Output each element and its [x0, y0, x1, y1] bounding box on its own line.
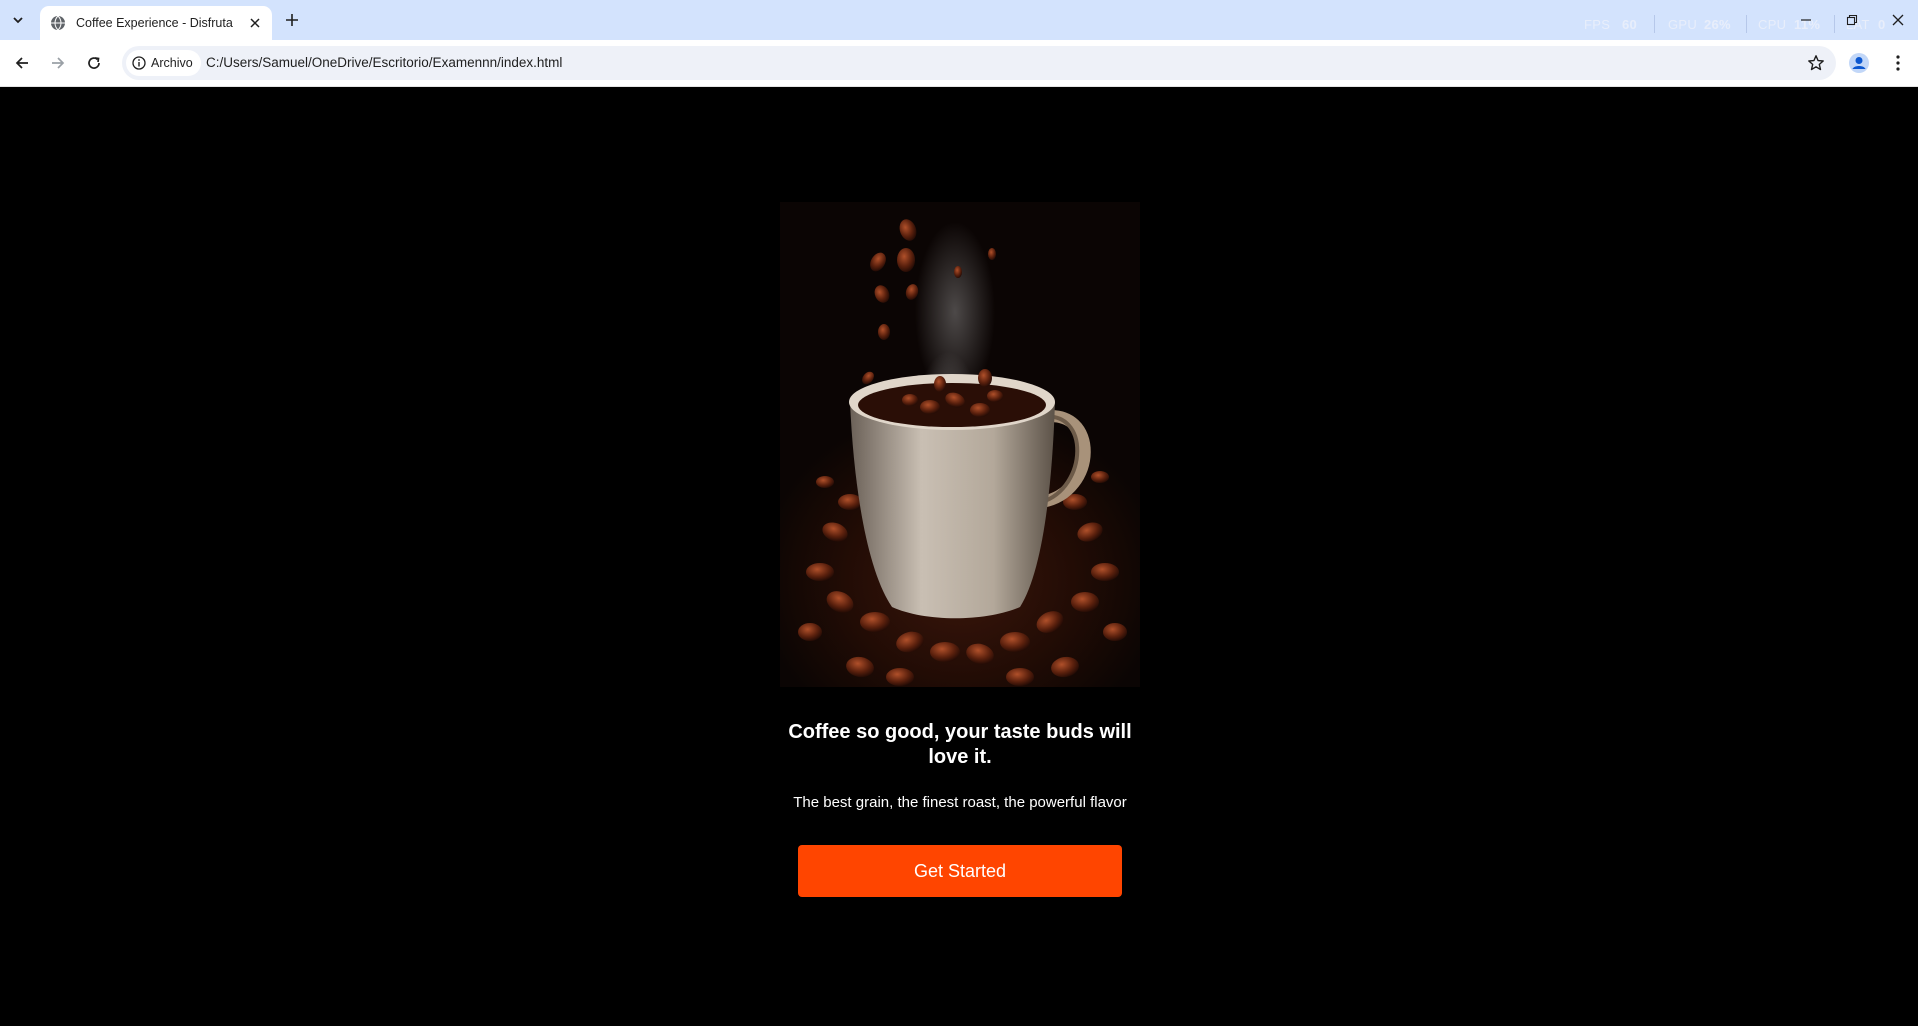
address-bar[interactable]: Archivo C:/Users/Samuel/OneDrive/Escrito… [122, 46, 1836, 80]
gpu-label: GPU [1668, 17, 1698, 32]
tab-title: Coffee Experience - Disfruta del [76, 16, 236, 30]
reload-icon[interactable] [80, 49, 108, 77]
tab-search-chevron-icon[interactable] [6, 9, 30, 31]
globe-icon [50, 15, 66, 31]
close-window-icon[interactable] [1882, 8, 1914, 32]
url-text[interactable]: C:/Users/Samuel/OneDrive/Escritorio/Exam… [206, 55, 562, 70]
coffee-cup-illustration [798, 219, 1127, 686]
fps-value: 60 [1622, 17, 1638, 32]
close-tab-icon[interactable] [246, 14, 264, 32]
site-info-label: Archivo [151, 56, 193, 70]
hero-coffee-image [780, 202, 1140, 687]
browser-toolbar: Archivo C:/Users/Samuel/OneDrive/Escrito… [0, 40, 1918, 87]
hero-headline: Coffee so good, your taste buds will lov… [788, 721, 1132, 768]
site-info-chip[interactable]: Archivo [126, 50, 201, 76]
hero-subtext: The best grain, the finest roast, the po… [793, 794, 1127, 811]
divider [1654, 15, 1655, 33]
back-arrow-icon[interactable] [8, 49, 36, 77]
divider [1746, 15, 1747, 33]
tab-strip: Coffee Experience - Disfruta del FPS 60 … [0, 0, 1918, 40]
get-started-button[interactable]: Get Started [798, 845, 1122, 897]
forward-arrow-icon[interactable] [44, 49, 72, 77]
fps-label: FPS [1584, 17, 1611, 32]
restore-icon[interactable] [1836, 8, 1868, 32]
page-viewport: Coffee so good, your taste buds will lov… [0, 87, 1918, 1026]
minimize-icon[interactable] [1790, 8, 1822, 32]
bookmark-star-icon[interactable] [1806, 53, 1826, 73]
info-icon [132, 56, 146, 70]
profile-avatar-icon[interactable] [1846, 50, 1872, 76]
gpu-value: 26% [1704, 17, 1731, 32]
divider [1834, 15, 1835, 33]
new-tab-plus-icon[interactable] [280, 9, 304, 31]
cpu-label: CPU [1758, 17, 1787, 32]
tab-active[interactable]: Coffee Experience - Disfruta del [40, 6, 272, 40]
kebab-menu-icon[interactable] [1886, 50, 1910, 76]
